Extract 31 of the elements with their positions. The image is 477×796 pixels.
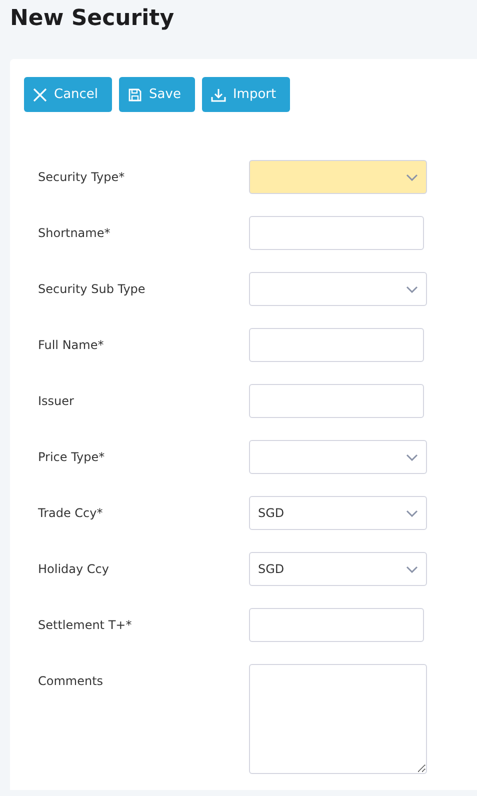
field-label: Settlement T+* bbox=[38, 618, 133, 632]
chevron-down-icon bbox=[406, 454, 418, 460]
dropdown-field[interactable]: SGD bbox=[249, 496, 427, 530]
field-label: Security Type* bbox=[38, 170, 126, 184]
import-button[interactable]: Import bbox=[202, 77, 290, 112]
input-field[interactable] bbox=[249, 328, 424, 362]
field-label: Holiday Ccy bbox=[38, 562, 110, 576]
field-label: Issuer bbox=[38, 394, 75, 408]
cancel-button[interactable]: Cancel bbox=[24, 77, 112, 112]
field-label: Full Name* bbox=[38, 338, 105, 352]
save-button[interactable]: Save bbox=[119, 77, 195, 112]
chevron-down-icon bbox=[406, 566, 418, 572]
field-label: Comments bbox=[38, 673, 104, 688]
dropdown-field[interactable] bbox=[249, 160, 427, 194]
field-label: Security Sub Type bbox=[38, 282, 146, 296]
dropdown-field[interactable] bbox=[249, 272, 427, 306]
input-field[interactable] bbox=[249, 384, 424, 418]
close-icon bbox=[33, 88, 47, 102]
comments-field[interactable] bbox=[249, 664, 427, 774]
input-field[interactable] bbox=[249, 608, 424, 642]
field-label: Price Type* bbox=[38, 450, 106, 464]
input-field[interactable] bbox=[249, 216, 424, 250]
dropdown-field[interactable]: SGD bbox=[249, 552, 427, 586]
page-title: New Security bbox=[9, 5, 176, 33]
field-label: Trade Ccy* bbox=[38, 506, 104, 520]
download-icon bbox=[210, 88, 226, 102]
chevron-down-icon bbox=[406, 286, 418, 292]
chevron-down-icon bbox=[406, 510, 418, 516]
chevron-down-icon bbox=[406, 174, 418, 180]
dropdown-field[interactable] bbox=[249, 440, 427, 474]
field-label: Shortname* bbox=[38, 226, 112, 240]
